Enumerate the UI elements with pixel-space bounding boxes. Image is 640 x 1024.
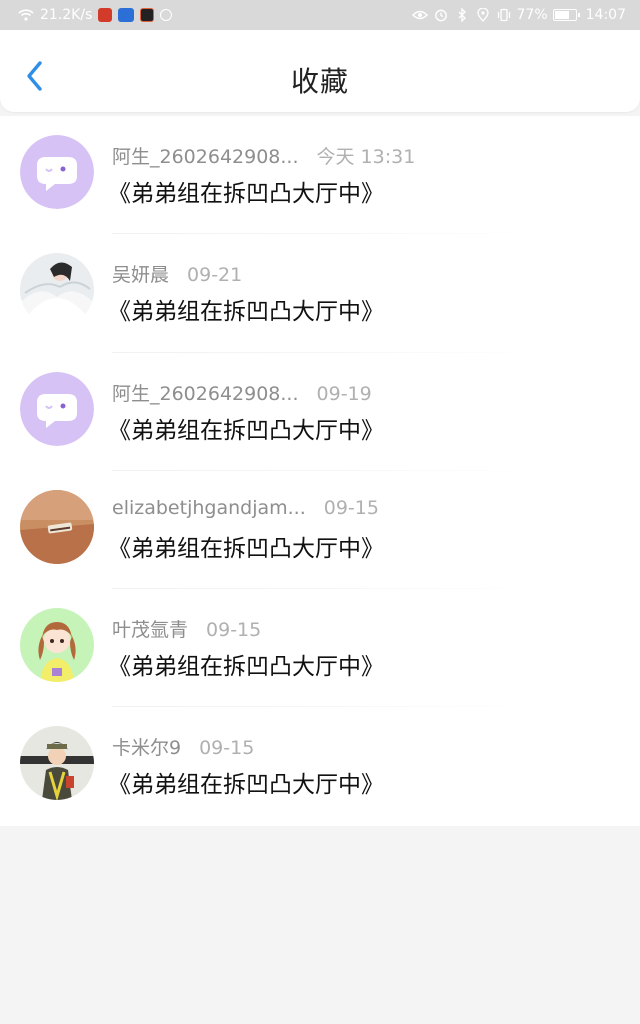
avatar[interactable] xyxy=(20,608,94,683)
favorite-time: 09-15 xyxy=(206,619,262,642)
chat-bubble-icon xyxy=(20,371,94,446)
avatar[interactable] xyxy=(20,726,94,801)
favorite-time: 今天 13:31 xyxy=(316,146,416,168)
favorite-content: 《弟弟组在拆凹凸大厅中》 xyxy=(108,654,384,681)
cloud-app-icon xyxy=(118,8,135,22)
author-name: 叶茂氩青 xyxy=(112,619,189,642)
avatar[interactable] xyxy=(20,371,94,446)
wifi-icon xyxy=(18,7,34,23)
battery-icon xyxy=(552,9,580,21)
author-name: 吴妍晨 xyxy=(112,264,170,287)
favorite-item[interactable]: 吴妍晨 09-21 《弟弟组在拆凹凸大厅中》 xyxy=(0,234,640,353)
location-icon xyxy=(475,7,491,23)
author-name: 卡米尔9 xyxy=(112,737,182,760)
alarm-icon xyxy=(433,7,449,23)
favorite-meta: elizabetjhgandjam... 09-15 xyxy=(112,497,379,519)
battery-percent: 77% xyxy=(516,7,548,23)
favorite-content: 《弟弟组在拆凹凸大厅中》 xyxy=(108,299,384,326)
author-name: 阿生_2602642908... xyxy=(112,382,299,405)
favorite-time: 09-19 xyxy=(316,382,372,405)
favorite-time: 09-21 xyxy=(187,264,243,287)
favorite-item[interactable]: 卡米尔9 09-15 《弟弟组在拆凹凸大厅中》 xyxy=(0,707,640,825)
page-title: 收藏 xyxy=(290,65,349,98)
video-app-icon xyxy=(140,8,155,22)
battery-level xyxy=(554,11,570,19)
app-header: 收藏 xyxy=(0,30,640,112)
favorite-item[interactable]: elizabetjhgandjam... 09-15 《弟弟组在拆凹凸大厅中》 xyxy=(0,471,640,590)
favorites-list: 阿生_2602642908... 今天 13:31 《弟弟组在拆凹凸大厅中》 吴… xyxy=(0,116,640,826)
chat-bubble-icon xyxy=(20,135,94,209)
status-bar: 21.2K/s 77% 14:07 xyxy=(0,0,640,30)
favorite-content: 《弟弟组在拆凹凸大厅中》 xyxy=(108,181,384,207)
favorite-time: 09-15 xyxy=(199,737,255,760)
favorite-content: 《弟弟组在拆凹凸大厅中》 xyxy=(108,417,384,444)
favorite-time: 09-15 xyxy=(323,496,379,519)
recorder-app-icon xyxy=(98,8,113,22)
favorite-item[interactable]: 叶茂氩青 09-15 《弟弟组在拆凹凸大厅中》 xyxy=(0,589,640,708)
vibrate-icon xyxy=(496,7,512,23)
favorite-item[interactable]: 阿生_2602642908... 09-19 《弟弟组在拆凹凸大厅中》 xyxy=(0,353,640,471)
info-icon xyxy=(160,9,173,21)
clock: 14:07 xyxy=(585,7,626,23)
favorite-meta: 叶茂氩青 09-15 xyxy=(112,615,261,642)
eye-icon xyxy=(411,7,428,23)
avatar[interactable] xyxy=(20,135,94,209)
favorite-item[interactable]: 阿生_2602642908... 今天 13:31 《弟弟组在拆凹凸大厅中》 xyxy=(0,116,640,235)
avatar[interactable] xyxy=(20,489,94,564)
net-speed: 21.2K/s xyxy=(40,7,93,23)
favorite-content: 《弟弟组在拆凹凸大厅中》 xyxy=(108,772,384,799)
bluetooth-icon xyxy=(454,7,470,23)
favorite-meta: 吴妍晨 09-21 xyxy=(112,260,242,287)
favorite-meta: 阿生_2602642908... 09-19 xyxy=(112,379,372,406)
favorite-meta: 阿生_2602642908... 今天 13:31 xyxy=(112,142,415,169)
author-name: elizabetjhgandjam... xyxy=(112,496,306,519)
avatar[interactable] xyxy=(20,253,94,328)
author-name: 阿生_2602642908... xyxy=(112,146,299,168)
favorite-meta: 卡米尔9 09-15 xyxy=(112,733,254,760)
favorite-content: 《弟弟组在拆凹凸大厅中》 xyxy=(108,535,384,562)
